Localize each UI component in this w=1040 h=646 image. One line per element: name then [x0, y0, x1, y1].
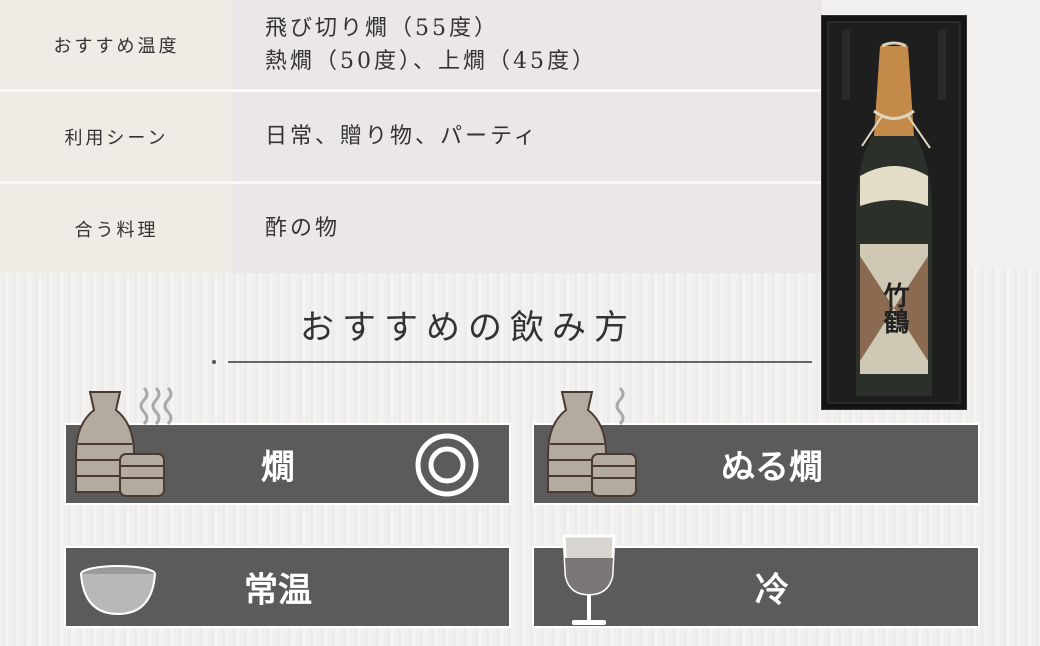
info-value-line: 飛び切り燗（55度）: [265, 15, 499, 41]
rule-dot: [212, 360, 216, 364]
section-title: おすすめの飲み方: [300, 308, 636, 348]
warm-tokkuri-icon: [547, 386, 637, 497]
info-value: 酢の物: [233, 184, 822, 273]
section-divider: [228, 361, 812, 363]
info-value: 飛び切り燗（55度） 熱燗（50度）、上燗（45度）: [233, 0, 822, 89]
double-circle-icon: [415, 433, 479, 497]
card-label: 常温: [244, 570, 312, 611]
info-value: 日常、贈り物、パーティ: [233, 92, 822, 181]
card-label: 燗: [261, 447, 295, 488]
info-row-food: 合う料理 酢の物: [0, 184, 822, 273]
info-value-line: 日常、贈り物、パーティ: [265, 124, 539, 149]
hot-tokkuri-icon: [75, 386, 173, 497]
info-label: 利用シーン: [0, 92, 233, 181]
info-value-line: 酢の物: [265, 216, 341, 241]
card-label: 冷: [755, 570, 789, 611]
serving-card-jouon: 常温: [64, 546, 511, 628]
info-row-temperature: おすすめ温度 飛び切り燗（55度） 熱燗（50度）、上燗（45度）: [0, 0, 822, 89]
card-label: ぬる燗: [721, 447, 823, 488]
info-label: おすすめ温度: [0, 0, 233, 89]
bottle-illustration: 竹鶴: [827, 21, 961, 404]
wine-glass-icon: [562, 534, 616, 625]
info-row-scene: 利用シーン 日常、贈り物、パーティ: [0, 92, 822, 181]
bottle-brand-text: 竹鶴: [879, 282, 910, 334]
guinomi-cup-icon: [80, 565, 156, 616]
sake-info-table: おすすめ温度 飛び切り燗（55度） 熱燗（50度）、上燗（45度） 利用シーン …: [0, 0, 822, 273]
info-value-line: 熱燗（50度）、上燗（45度）: [265, 48, 597, 74]
sake-bottle-image: 竹鶴: [821, 15, 967, 410]
info-label: 合う料理: [0, 184, 233, 273]
